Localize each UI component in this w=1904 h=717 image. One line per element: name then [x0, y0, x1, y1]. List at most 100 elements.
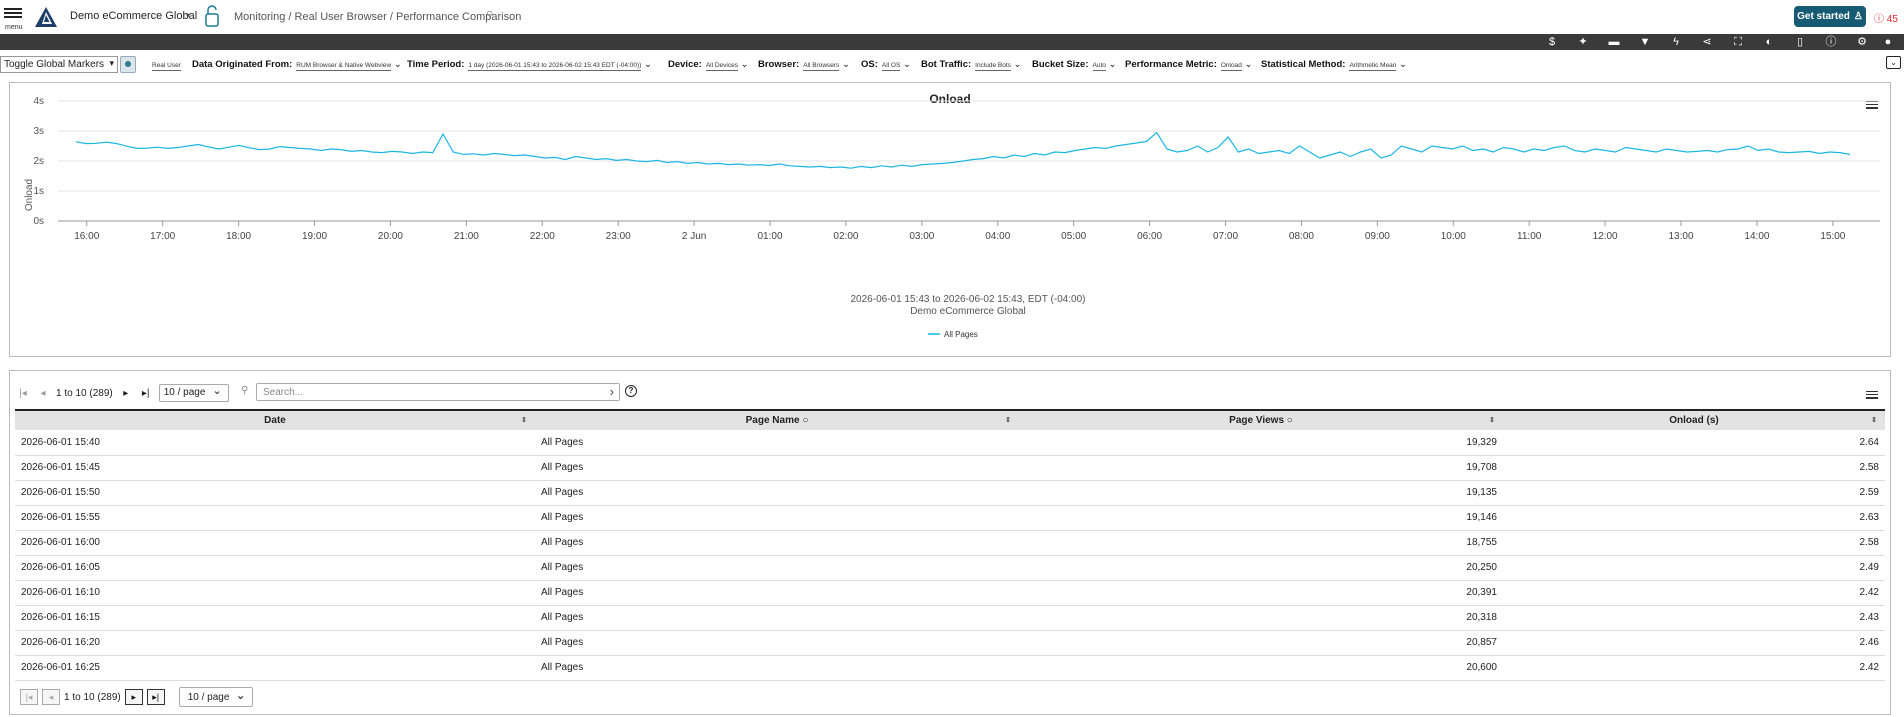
x-tick-label: 22:00	[530, 231, 555, 242]
real-user-filter[interactable]: Real User	[148, 59, 181, 71]
get-started-button[interactable]: Get started ♙	[1794, 6, 1866, 27]
help-icon[interactable]: ⓘ	[1823, 35, 1839, 49]
table-cell: 20,318	[1019, 605, 1503, 631]
table-row[interactable]: 2026-06-01 16:05 All Pages 20,250 2.49	[15, 555, 1885, 581]
breadcrumb: Monitoring / Real User Browser / Perform…	[234, 11, 522, 23]
sort-icon[interactable]: ⇕	[1871, 416, 1877, 424]
filter-browser[interactable]: Browser: All Browsers ⌄	[758, 59, 850, 71]
menu-button[interactable]: menu	[4, 6, 23, 31]
column-header-onload[interactable]: Onload (s) ⇕	[1503, 409, 1885, 430]
last-page-button[interactable]: ▸|	[139, 388, 153, 399]
search-input[interactable]: Search...	[256, 383, 620, 401]
filter-data-origin[interactable]: Data Originated From: RUM Browser & Nativ…	[192, 59, 402, 71]
filter-value: Include Bots	[975, 62, 1011, 71]
table-cell: 20,250	[1019, 555, 1503, 581]
x-tick-label: 06:00	[1137, 231, 1162, 242]
table-cell: 19,708	[1019, 455, 1503, 481]
x-tick-label: 17:00	[150, 231, 175, 242]
y-tick-label: 1s	[33, 186, 44, 197]
filter-performance-metric[interactable]: Performance Metric: Onload ⌄	[1125, 59, 1252, 71]
filter-value: Auto	[1092, 62, 1106, 71]
menu-label: menu	[5, 24, 23, 31]
pin-icon[interactable]: ⚲	[486, 10, 493, 21]
unlock-icon[interactable]	[204, 4, 220, 28]
gear-icon[interactable]: ⚙	[1854, 35, 1870, 49]
alert-badge[interactable]: ⓘ 45	[1874, 10, 1898, 25]
lightning-icon[interactable]: ϟ	[1668, 35, 1684, 49]
table-row[interactable]: 2026-06-01 15:50 All Pages 19,135 2.59	[15, 480, 1885, 506]
column-header-page-name[interactable]: Page Name ○ ⇕	[535, 409, 1019, 430]
table-cell: 20,857	[1019, 630, 1503, 656]
y-tick-label: 4s	[33, 96, 44, 107]
first-page-button[interactable]: |◂	[20, 689, 38, 705]
table-row[interactable]: 2026-06-01 15:55 All Pages 19,146 2.63	[15, 505, 1885, 531]
filter-label: Device:	[668, 59, 702, 70]
pager-text: 1 to 10 (289)	[56, 387, 113, 399]
table-cell: 2026-06-01 16:25	[15, 655, 535, 681]
prev-page-button[interactable]: ◂	[42, 689, 60, 705]
user-icon[interactable]: ●	[1880, 35, 1896, 49]
first-page-button[interactable]: |◂	[16, 388, 30, 399]
column-header-date[interactable]: Date ⇕	[15, 409, 535, 430]
filter-bot-traffic[interactable]: Bot Traffic: Include Bots ⌄	[921, 59, 1022, 71]
sparkle-icon[interactable]: ✦	[1575, 35, 1591, 49]
sort-icon[interactable]: ⇕	[1489, 416, 1495, 424]
filter-statistical-method[interactable]: Statistical Method: Arithmetic Mean ⌄	[1261, 59, 1407, 71]
table-menu-icon[interactable]	[1866, 389, 1878, 399]
per-page-select[interactable]: 10 / page	[178, 687, 253, 707]
column-label: Date	[264, 415, 286, 426]
top-pager: |◂ ◂ 1 to 10 (289) ▸ ▸| 10 / page	[16, 384, 229, 402]
table-row[interactable]: 2026-06-01 16:00 All Pages 18,755 2.58	[15, 530, 1885, 556]
org-caret-icon[interactable]: ▾	[186, 11, 190, 20]
filter-time-period[interactable]: Time Period: 1 day (2026-06-01 15:43 to 2…	[407, 59, 652, 71]
sort-icon[interactable]: ⇕	[1005, 416, 1011, 424]
help-icon[interactable]: ?	[625, 385, 637, 397]
fullscreen-icon[interactable]: ⛶	[1730, 35, 1746, 49]
filter-device[interactable]: Device: All Devices ⌄	[668, 59, 749, 71]
table-row[interactable]: 2026-06-01 16:20 All Pages 20,857 2.46	[15, 630, 1885, 656]
org-name[interactable]: Demo eCommerce Global	[70, 10, 197, 22]
x-tick-label: 20:00	[378, 231, 403, 242]
table-cell: 2.58	[1503, 530, 1885, 556]
next-page-button[interactable]: ▸	[124, 689, 143, 705]
person-icon: ♙	[1853, 11, 1863, 22]
table-row[interactable]: 2026-06-01 15:40 All Pages 19,329 2.64	[15, 430, 1885, 456]
table-cell: 2.59	[1503, 480, 1885, 506]
x-tick-label: 02:00	[833, 231, 858, 242]
contrast-icon[interactable]: ◐	[1761, 35, 1777, 49]
table-row[interactable]: 2026-06-01 16:25 All Pages 20,600 2.42	[15, 655, 1885, 681]
column-header-page-views[interactable]: Page Views ○ ⇕	[1019, 409, 1503, 430]
comment-icon[interactable]: ▬	[1606, 35, 1622, 49]
markers-button[interactable]	[120, 56, 136, 73]
prev-page-button[interactable]: ◂	[36, 388, 50, 399]
next-page-button[interactable]: ▸	[119, 388, 133, 399]
toggle-markers-select[interactable]: Toggle Global Markers	[0, 56, 118, 73]
table-row[interactable]: 2026-06-01 16:15 All Pages 20,318 2.43	[15, 605, 1885, 631]
table-cell: All Pages	[535, 605, 1019, 631]
table-cell: All Pages	[535, 480, 1019, 506]
filter-bucket-size[interactable]: Bucket Size: Auto ⌄	[1032, 59, 1116, 71]
info-icon[interactable]: ▯	[1792, 35, 1808, 49]
collapse-filters-button[interactable]: ⌄	[1886, 56, 1901, 69]
get-started-label: Get started	[1797, 11, 1850, 22]
filter-label: OS:	[861, 59, 878, 70]
per-page-select[interactable]: 10 / page	[158, 384, 229, 402]
legend-item-all-pages[interactable]: All Pages	[944, 330, 978, 339]
table-cell: 2026-06-01 16:00	[15, 530, 535, 556]
x-tick-label: 21:00	[454, 231, 479, 242]
filter-icon[interactable]: ▼	[1637, 35, 1653, 49]
last-page-button[interactable]: ▸|	[146, 689, 165, 705]
table-cell: 2.64	[1503, 430, 1885, 456]
table-row[interactable]: 2026-06-01 16:10 All Pages 20,391 2.42	[15, 580, 1885, 606]
x-tick-label: 08:00	[1289, 231, 1314, 242]
filter-os[interactable]: OS: All OS ⌄	[861, 59, 911, 71]
dollar-icon[interactable]: $	[1544, 35, 1560, 49]
table-cell: All Pages	[535, 430, 1019, 456]
filter-value: All OS	[881, 62, 901, 71]
table-row[interactable]: 2026-06-01 15:45 All Pages 19,708 2.58	[15, 455, 1885, 481]
top-bar: menu Demo eCommerce Global ▾ Monitoring …	[0, 0, 1904, 34]
filter-value: All Browsers	[803, 62, 840, 71]
share-icon[interactable]: ⋖	[1699, 35, 1715, 49]
sort-icon[interactable]: ⇕	[521, 416, 527, 424]
x-tick-label: 23:00	[606, 231, 631, 242]
